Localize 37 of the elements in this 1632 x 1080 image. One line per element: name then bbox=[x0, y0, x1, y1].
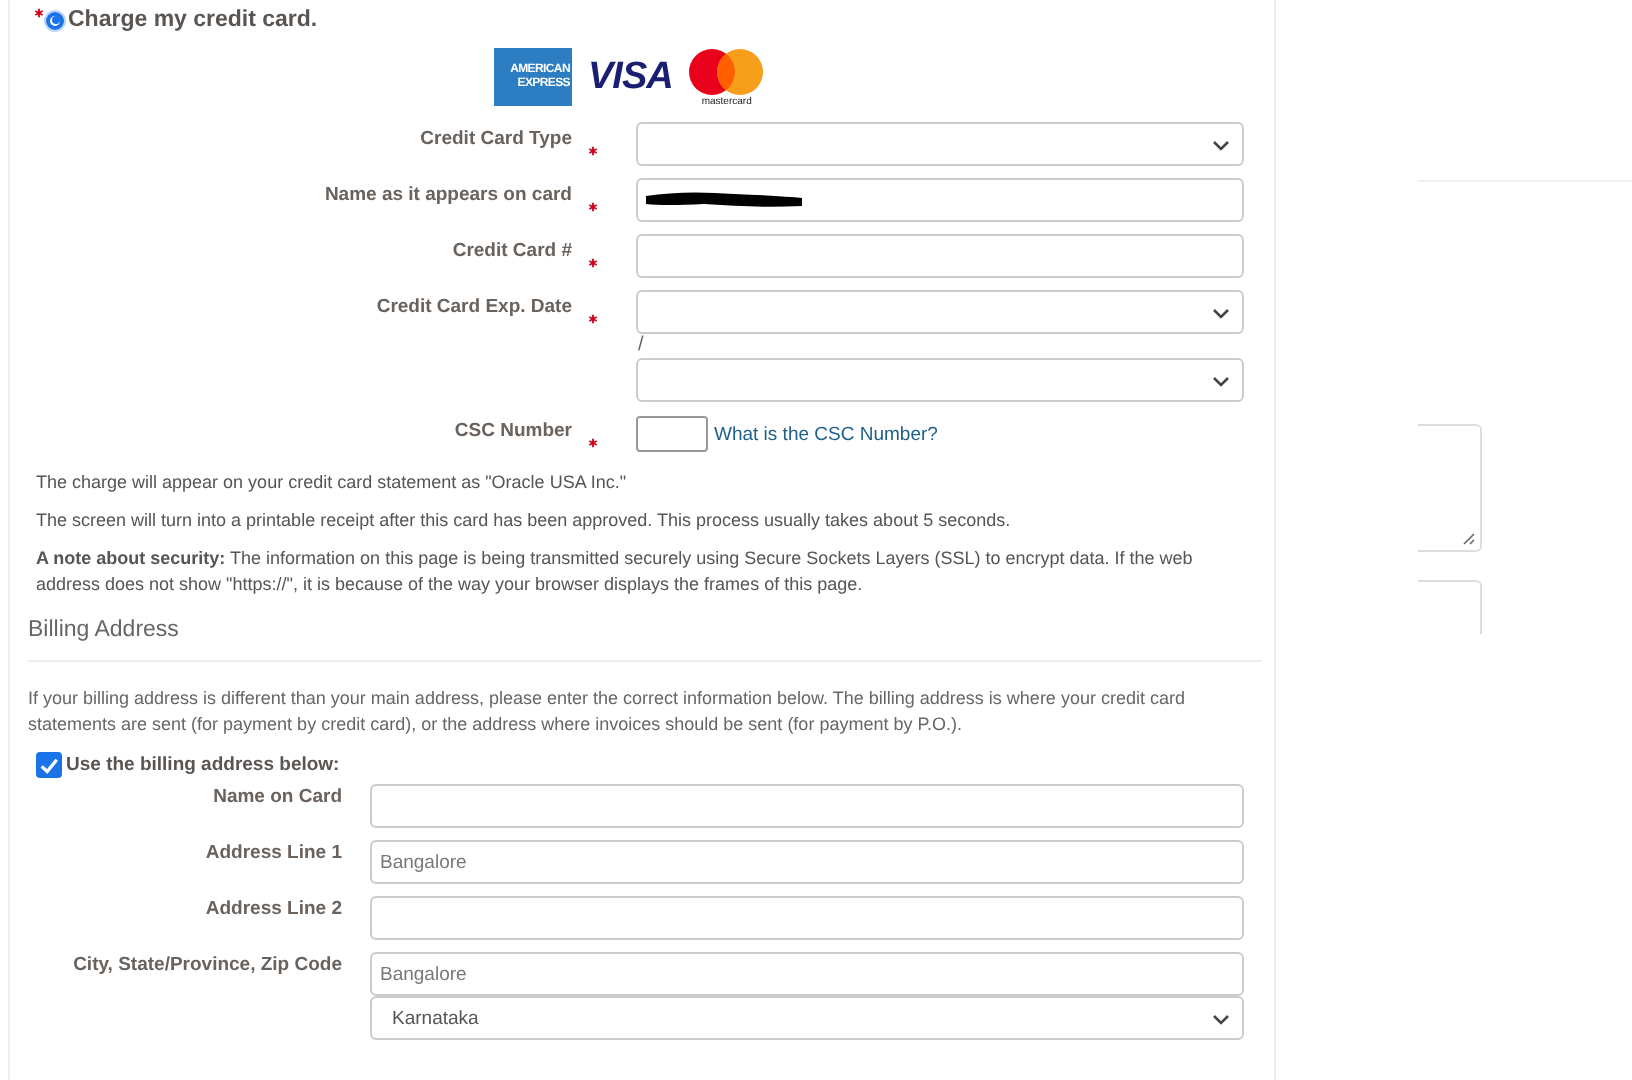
input-field[interactable] bbox=[370, 896, 1244, 940]
section-title: Billing Address bbox=[28, 618, 181, 642]
input-field[interactable] bbox=[636, 234, 1244, 278]
checkbox[interactable] bbox=[36, 752, 62, 778]
chevron-icon bbox=[1212, 376, 1230, 388]
field-label: Credit Card # bbox=[450, 238, 572, 266]
dropdown[interactable] bbox=[636, 122, 1244, 166]
input-field[interactable]: Bangalore bbox=[370, 952, 1244, 996]
chevron-icon bbox=[1212, 308, 1230, 320]
field-label: Name on Card bbox=[213, 786, 342, 808]
radio-label: Charge my credit card. bbox=[68, 8, 318, 32]
input-field[interactable] bbox=[370, 784, 1244, 828]
input-field[interactable] bbox=[636, 416, 708, 452]
input-field[interactable]: Bangalore bbox=[370, 840, 1244, 884]
chevron-icon bbox=[1212, 1014, 1230, 1026]
radio-button[interactable] bbox=[46, 11, 64, 29]
field-label: Credit Card Exp. Date bbox=[374, 294, 572, 322]
note-text: The charge will appear on your credit card statement as "Oracle USA Inc." bbox=[36, 470, 629, 496]
field-label: Name as it appears on card bbox=[322, 182, 572, 210]
date-separator: / bbox=[636, 334, 646, 358]
input-field[interactable] bbox=[636, 178, 1244, 222]
field-label: Credit Card Type bbox=[418, 126, 572, 154]
checkbox-label: Use the billing address below: bbox=[66, 754, 340, 776]
resize-handle-icon[interactable] bbox=[1462, 532, 1476, 546]
chevron-icon bbox=[1212, 140, 1230, 152]
help-link[interactable]: What is the CSC Number? bbox=[714, 423, 938, 445]
card-logo: VISA bbox=[588, 56, 673, 100]
field-label: Address Line 1 bbox=[205, 842, 342, 864]
field-label: Address Line 2 bbox=[205, 898, 342, 920]
note-text: A note about security: The information on this page is being transmitted securely using Secure Sockets Layers (SSL) to encrypt data. If the web address does not show "https://", it is because of the way your browser displays the frames of this page. bbox=[36, 546, 1195, 598]
intro-text: If your billing address is different than your main address, please enter the correct information below. The billing address is where your credit card statements are sent (for payment by credit card), or the address where invoices should be sent (for payment by P.O.). bbox=[28, 686, 1187, 738]
dropdown[interactable] bbox=[636, 290, 1244, 334]
field-label: CSC Number bbox=[452, 418, 572, 446]
field-label: City, State/Province, Zip Code bbox=[73, 954, 342, 976]
dropdown[interactable]: Karnataka bbox=[370, 996, 1244, 1040]
note-text: The screen will turn into a printable receipt after this card has been approved. This process usually takes about 5 seconds. bbox=[36, 508, 1013, 534]
dropdown[interactable] bbox=[636, 358, 1244, 402]
